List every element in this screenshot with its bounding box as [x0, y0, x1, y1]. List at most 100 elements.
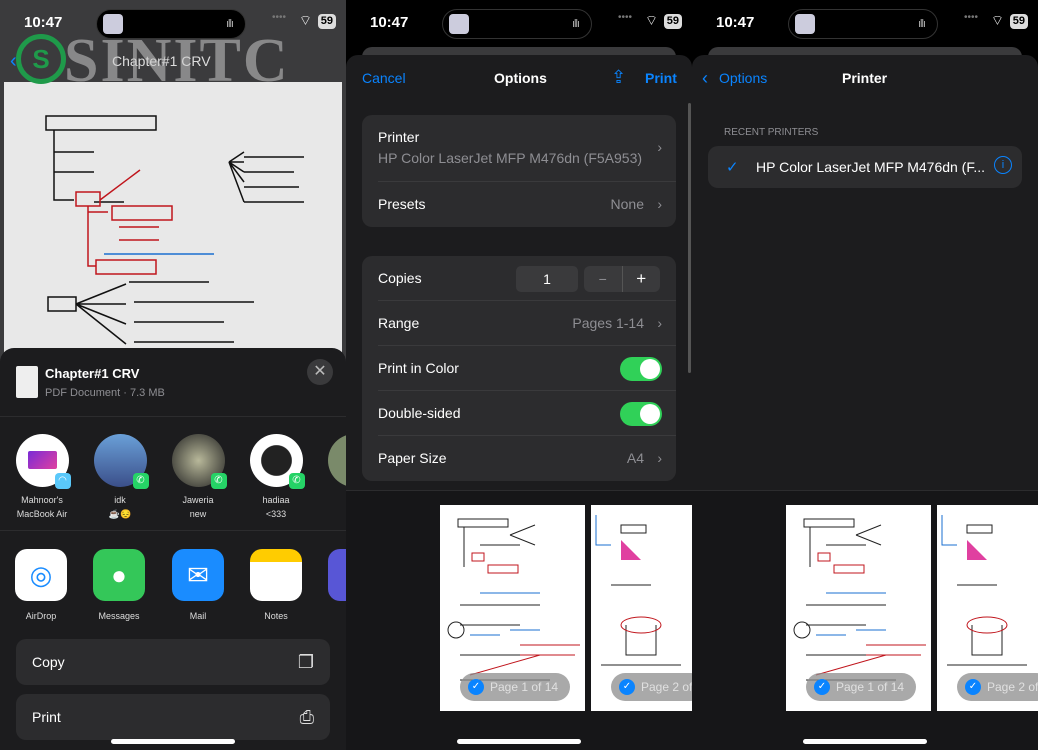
print-in-color-label: Print in Color: [378, 360, 459, 376]
audio-wave-icon: ıllı: [918, 18, 926, 30]
watermark-logo-icon: S: [16, 34, 66, 84]
share-target-macbook[interactable]: ◠ Mahnoor's MacBook Air: [7, 434, 77, 521]
chevron-right-icon: ›: [657, 450, 662, 466]
app-airdrop[interactable]: ◎ AirDrop: [6, 549, 76, 621]
status-bar: 10:47 ıllı •••• ⌔ 59: [692, 0, 1038, 44]
copies-row: Copies 1 − +: [378, 256, 676, 301]
printer-value: HP Color LaserJet MFP M476dn (F5A953): [378, 150, 643, 166]
status-time: 10:47: [24, 14, 63, 31]
page-preview-strip: ✓ Page 1 of 14 ✓ Page 2 of: [346, 490, 692, 750]
message-bubble-icon: ●: [93, 549, 145, 601]
wifi-icon: ⌔: [298, 12, 312, 28]
double-sided-toggle[interactable]: [620, 402, 662, 426]
printer-label: Printer: [378, 129, 420, 145]
app-icon: [328, 549, 346, 601]
copy-action[interactable]: Copy ❐: [16, 639, 330, 685]
section-header: RECENT PRINTERS: [724, 127, 819, 138]
person-sub: MacBook Air: [16, 509, 68, 519]
page-selected-pill[interactable]: ✓ Page 1 of 14: [806, 673, 917, 701]
cancel-button[interactable]: Cancel: [362, 70, 406, 86]
app-messages[interactable]: ● Messages: [84, 549, 154, 621]
page-selected-pill[interactable]: ✓ Page 2 of: [611, 673, 692, 701]
paper-size-row[interactable]: Paper Size A4 ›: [378, 436, 676, 481]
checkmark-icon: ✓: [965, 679, 981, 695]
share-target-more[interactable]: MA: [319, 434, 346, 521]
page-selected-pill[interactable]: ✓ Page 2 of: [957, 673, 1038, 701]
checkmark-icon: ✓: [726, 159, 739, 176]
presets-row[interactable]: Presets None ›: [378, 182, 676, 227]
file-meta: PDF Document · 7.3 MB: [45, 387, 165, 399]
person-sub: new: [189, 509, 207, 519]
range-value: Pages 1-14: [572, 315, 644, 331]
app-label: Jo: [319, 611, 346, 621]
back-options-button[interactable]: Options: [719, 70, 767, 86]
app-label: Messages: [98, 611, 140, 621]
battery-icon: 59: [317, 14, 336, 29]
wifi-icon: ⌔: [990, 12, 1004, 28]
app-notes[interactable]: Notes: [241, 549, 311, 621]
audio-wave-icon: ıllı: [572, 18, 580, 30]
printer-name: HP Color LaserJet MFP M476dn (F...: [756, 159, 986, 175]
page-label: Page 2 of: [987, 680, 1038, 694]
signal-icon: ••••: [617, 12, 632, 23]
presets-value: None: [610, 196, 644, 212]
avatar: [327, 434, 346, 487]
app-label: AirDrop: [25, 611, 57, 621]
decrement-button[interactable]: −: [584, 266, 623, 292]
page-preview-strip: ✓ Page 1 of 14 ✓ Page 2 of: [692, 490, 1038, 750]
copies-input[interactable]: 1: [516, 266, 578, 292]
share-target-hadiaa[interactable]: ✆ hadiaa <333: [241, 434, 311, 521]
file-thumbnail: [16, 366, 38, 398]
person-name: idk: [114, 495, 126, 505]
now-playing-thumb: [449, 14, 469, 34]
whatsapp-badge-icon: ✆: [132, 473, 149, 489]
info-icon[interactable]: i: [994, 156, 1012, 174]
whatsapp-badge-icon: ✆: [288, 473, 305, 489]
share-target-idk[interactable]: ✆ idk ☕😔: [85, 434, 155, 521]
range-row[interactable]: Range Pages 1-14 ›: [378, 301, 676, 346]
handwritten-notes-image: [45, 115, 304, 345]
share-sheet: Chapter#1 CRV PDF Document · 7.3 MB ✕ ◠ …: [0, 348, 346, 750]
print-in-color-toggle[interactable]: [620, 357, 662, 381]
page-thumbnail[interactable]: ✓ Page 2 of: [937, 505, 1038, 711]
status-time: 10:47: [370, 14, 409, 31]
recent-printer-row[interactable]: ✓ HP Color LaserJet MFP M476dn (F... i: [708, 146, 1022, 188]
print-options-screen: 10:47 ıllı •••• ⌔ 59 Cancel Options ⇪ Pr…: [346, 0, 692, 750]
share-target-jaweria[interactable]: ✆ Jaweria new: [163, 434, 233, 521]
page-selected-pill[interactable]: ✓ Page 1 of 14: [460, 673, 571, 701]
battery-icon: 59: [663, 14, 682, 29]
back-chevron-icon[interactable]: ‹: [702, 68, 708, 89]
envelope-icon: ✉: [172, 549, 224, 601]
page-thumbnail[interactable]: ✓ Page 1 of 14: [786, 505, 931, 711]
battery-icon: 59: [1009, 14, 1028, 29]
home-indicator: [457, 739, 581, 744]
airdrop-icon: ◎: [15, 549, 67, 601]
scrollbar[interactable]: [688, 103, 691, 373]
increment-button[interactable]: +: [623, 266, 661, 292]
now-playing-thumb: [795, 14, 815, 34]
close-button[interactable]: ✕: [307, 359, 333, 385]
page-label: Page 1 of 14: [490, 680, 559, 694]
printer-row[interactable]: Printer HP Color LaserJet MFP M476dn (F5…: [378, 115, 676, 182]
page-thumbnail[interactable]: ✓ Page 2 of: [591, 505, 692, 711]
print-settings-group: Copies 1 − + Range Pages 1-14 › Print in C…: [362, 256, 676, 481]
copies-stepper: − +: [584, 266, 660, 292]
paper-size-value: A4: [626, 450, 644, 466]
print-in-color-row: Print in Color: [378, 346, 676, 391]
person-name: Jaweria: [182, 495, 214, 505]
print-action[interactable]: Print ⎙: [16, 694, 330, 740]
app-label: Mail: [189, 611, 207, 621]
dynamic-island: ıllı: [442, 9, 592, 39]
print-button[interactable]: Print: [645, 70, 677, 86]
status-bar: 10:47 ıllı •••• ⌔ 59: [346, 0, 692, 44]
app-more[interactable]: Jo: [319, 549, 346, 621]
chevron-right-icon: ›: [657, 315, 662, 331]
printer-icon: ⎙: [299, 707, 314, 727]
share-icon[interactable]: ⇪: [611, 67, 626, 88]
paper-size-label: Paper Size: [378, 450, 447, 466]
signal-icon: ••••: [963, 12, 978, 23]
app-mail[interactable]: ✉ Mail: [163, 549, 233, 621]
sheet-title: Options: [494, 70, 547, 86]
wifi-icon: ⌔: [644, 12, 658, 28]
page-thumbnail[interactable]: ✓ Page 1 of 14: [440, 505, 585, 711]
